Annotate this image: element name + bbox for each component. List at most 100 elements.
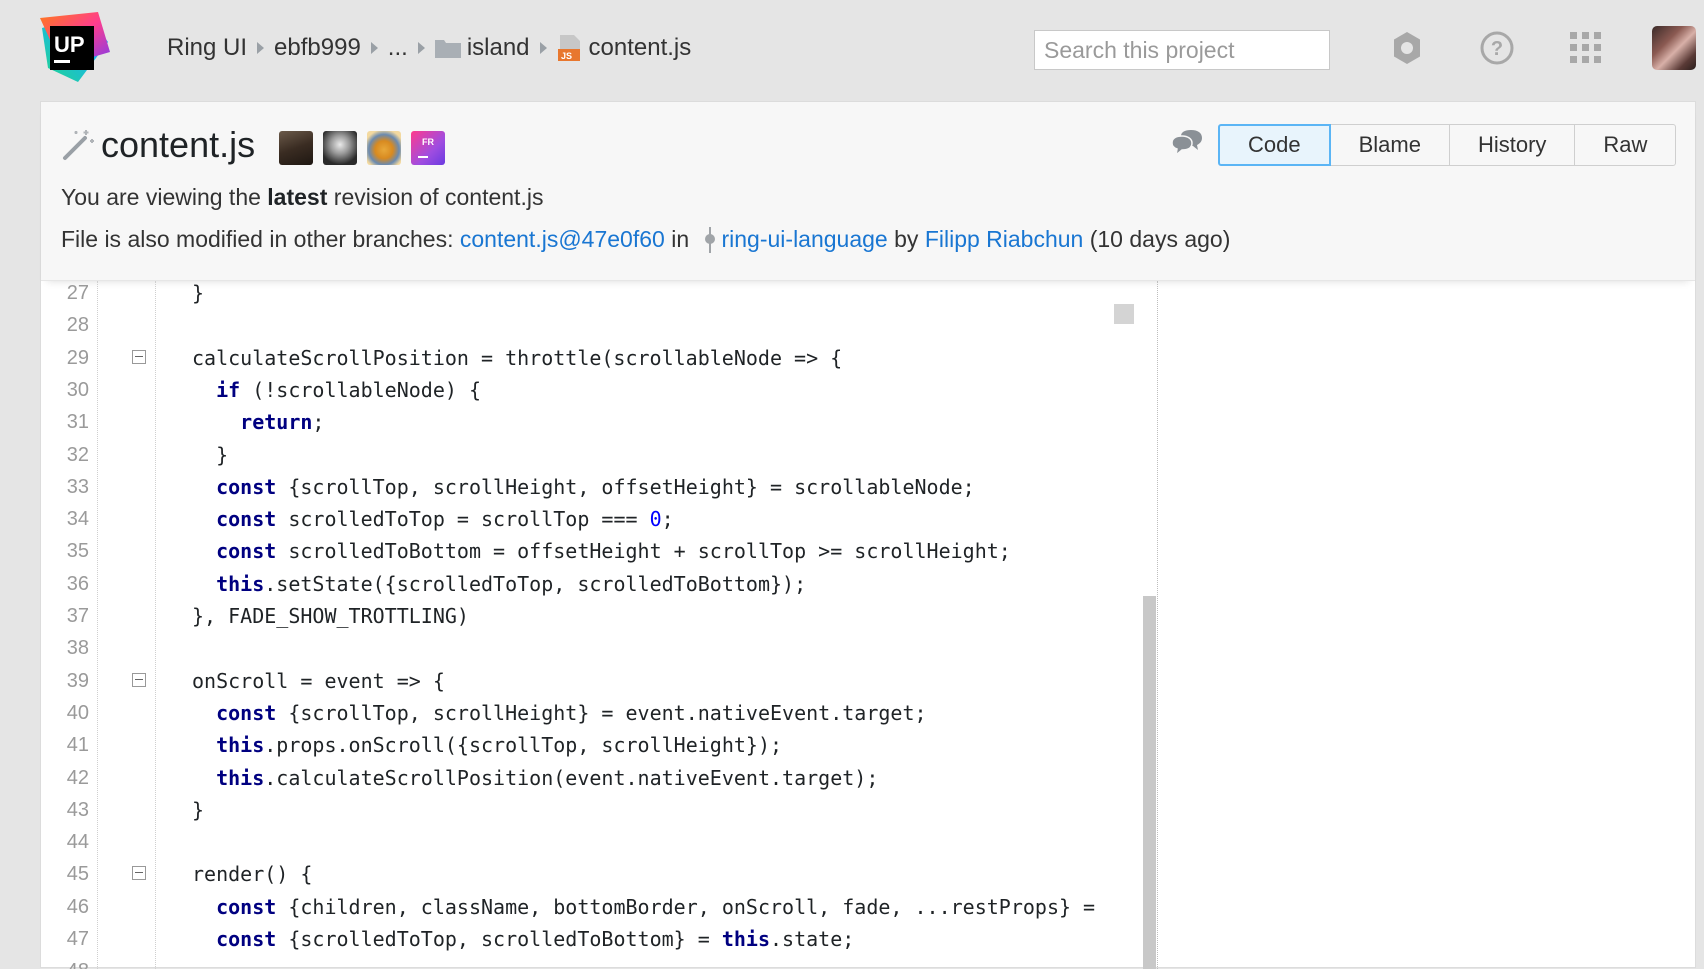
help-icon[interactable]: ? — [1477, 28, 1517, 68]
keyword: this — [216, 765, 265, 790]
branches-time-text: (10 days ago) — [1083, 226, 1231, 252]
user-avatar[interactable] — [1652, 26, 1696, 70]
line-number[interactable]: 41 — [41, 729, 89, 761]
code-line: 39 onScroll = event => { — [41, 665, 1158, 697]
code-text: const scrolledToTop = scrollTop === 0; — [216, 507, 674, 532]
contributor-avatar[interactable] — [323, 131, 357, 165]
folder-icon — [434, 40, 461, 58]
branch-link[interactable]: ring-ui-language — [722, 226, 888, 253]
line-number[interactable]: 37 — [41, 600, 89, 632]
code-text: } — [192, 442, 229, 467]
line-number[interactable]: 47 — [41, 923, 89, 955]
code-line: 32 } — [41, 439, 1158, 471]
upsource-logo[interactable]: UP — [38, 12, 112, 84]
breadcrumb-ellipsis[interactable]: ... — [388, 34, 408, 62]
code-line: 43} — [41, 794, 1158, 826]
code-line: 46 const {children, className, bottomBor… — [41, 891, 1158, 923]
code-text: render() { — [192, 862, 313, 887]
file-panel: content.js FR Code Blame History Raw You… — [40, 101, 1696, 969]
line-number[interactable]: 48 — [41, 955, 89, 969]
line-number[interactable]: 45 — [41, 858, 89, 890]
keyword: this — [721, 927, 771, 951]
branches-info: File is also modified in other branches:… — [61, 226, 1230, 253]
keyword: this — [216, 733, 265, 758]
code-line: 37}, FADE_SHOW_TROTTLING) — [41, 600, 1158, 632]
code-text: const {scrollTop, scrollHeight} = event.… — [216, 700, 927, 725]
tab-code[interactable]: Code — [1218, 124, 1331, 166]
settings-icon[interactable] — [1387, 28, 1427, 68]
line-number[interactable]: 33 — [41, 471, 89, 503]
breadcrumb-revision[interactable]: ebfb999 — [274, 34, 361, 62]
line-number[interactable]: 35 — [41, 535, 89, 567]
line-number[interactable]: 46 — [41, 891, 89, 923]
revision-info-prefix: You are viewing the — [61, 184, 268, 210]
line-number[interactable]: 27 — [41, 281, 89, 309]
tab-history[interactable]: History — [1448, 124, 1576, 166]
line-number[interactable]: 44 — [41, 826, 89, 858]
magic-wand-icon — [63, 130, 94, 160]
tab-raw[interactable]: Raw — [1574, 124, 1677, 166]
line-number[interactable]: 28 — [41, 309, 89, 341]
view-mode-tabs: Code Blame History Raw — [1218, 124, 1677, 166]
line-number[interactable]: 38 — [41, 632, 89, 664]
line-number[interactable]: 36 — [41, 568, 89, 600]
revision-info: You are viewing the latest revision of c… — [61, 184, 543, 211]
fold-toggle-icon[interactable] — [132, 866, 146, 881]
keyword: const — [216, 507, 277, 532]
code-text: const scrolledToBottom = offsetHeight + … — [216, 539, 1011, 564]
breadcrumb-file[interactable]: content.js — [589, 34, 692, 62]
fold-toggle-icon[interactable] — [132, 672, 146, 687]
code-line: 34 const scrolledToTop = scrollTop === 0… — [41, 503, 1158, 535]
branch-icon — [704, 226, 715, 253]
code-line: 36 this.setState({scrolledToTop, scrolle… — [41, 568, 1158, 600]
contributors: FR — [279, 131, 445, 165]
branches-prefix: File is also modified in other branches: — [61, 226, 460, 252]
code-text: this.props.onScroll({scrollTop, scrollHe… — [216, 733, 783, 758]
search-input[interactable] — [1034, 30, 1330, 70]
fold-toggle-icon[interactable] — [132, 349, 146, 364]
contributor-badge-text: FR — [422, 137, 434, 147]
code-line: 35 const scrolledToBottom = offsetHeight… — [41, 535, 1158, 567]
svg-text:?: ? — [1491, 38, 1503, 60]
code-line: 29 calculateScrollPosition = throttle(scr… — [41, 342, 1158, 374]
line-number[interactable]: 40 — [41, 697, 89, 729]
keyword: if — [216, 377, 241, 402]
contributor-avatar[interactable] — [367, 131, 401, 165]
breadcrumb-separator-icon — [417, 42, 425, 54]
logo-text: UP — [54, 32, 85, 57]
tab-blame[interactable]: Blame — [1329, 124, 1450, 166]
breadcrumb-project[interactable]: Ring UI — [167, 34, 247, 62]
comments-icon[interactable] — [1171, 130, 1203, 158]
author-link[interactable]: Filipp Riabchun — [925, 226, 1084, 253]
breadcrumb-separator-icon — [370, 42, 378, 54]
line-number[interactable]: 31 — [41, 406, 89, 438]
code-text: } — [192, 281, 205, 305]
number-literal: 0 — [649, 507, 662, 532]
code-line: 48 — [41, 955, 1158, 969]
branches-by-text: by — [887, 226, 925, 252]
revision-info-suffix: revision of content.js — [327, 184, 544, 210]
contributor-avatar[interactable]: FR — [411, 131, 445, 165]
code-text: return; — [240, 410, 325, 435]
code-line: 31 return; — [41, 406, 1158, 438]
keyword: const — [216, 894, 277, 919]
code-text: if (!scrollableNode) { — [216, 377, 482, 402]
code-line: 45 render() { — [41, 858, 1158, 890]
line-number[interactable]: 32 — [41, 439, 89, 471]
js-file-icon: JS — [557, 35, 580, 61]
breadcrumb-folder[interactable]: island — [467, 34, 530, 62]
file-revision-link[interactable]: content.js@47e0f60 — [460, 226, 665, 253]
top-header: UP Ring UI ebfb999 ... island JS content… — [0, 0, 1704, 100]
line-number[interactable]: 43 — [41, 794, 89, 826]
revision-info-emphasis: latest — [267, 184, 328, 210]
contributor-avatar[interactable] — [279, 131, 313, 165]
code-line: 41 this.props.onScroll({scrollTop, scrol… — [41, 729, 1158, 761]
line-number[interactable]: 42 — [41, 762, 89, 794]
line-number[interactable]: 39 — [41, 665, 89, 697]
line-number[interactable]: 34 — [41, 503, 89, 535]
apps-grid-icon[interactable] — [1566, 28, 1606, 68]
keyword: return — [240, 410, 313, 435]
line-number[interactable]: 29 — [41, 342, 89, 374]
line-number[interactable]: 30 — [41, 374, 89, 406]
code-view[interactable]: 27} 28 29 calculateScrollPosition = throttl… — [41, 281, 1158, 969]
